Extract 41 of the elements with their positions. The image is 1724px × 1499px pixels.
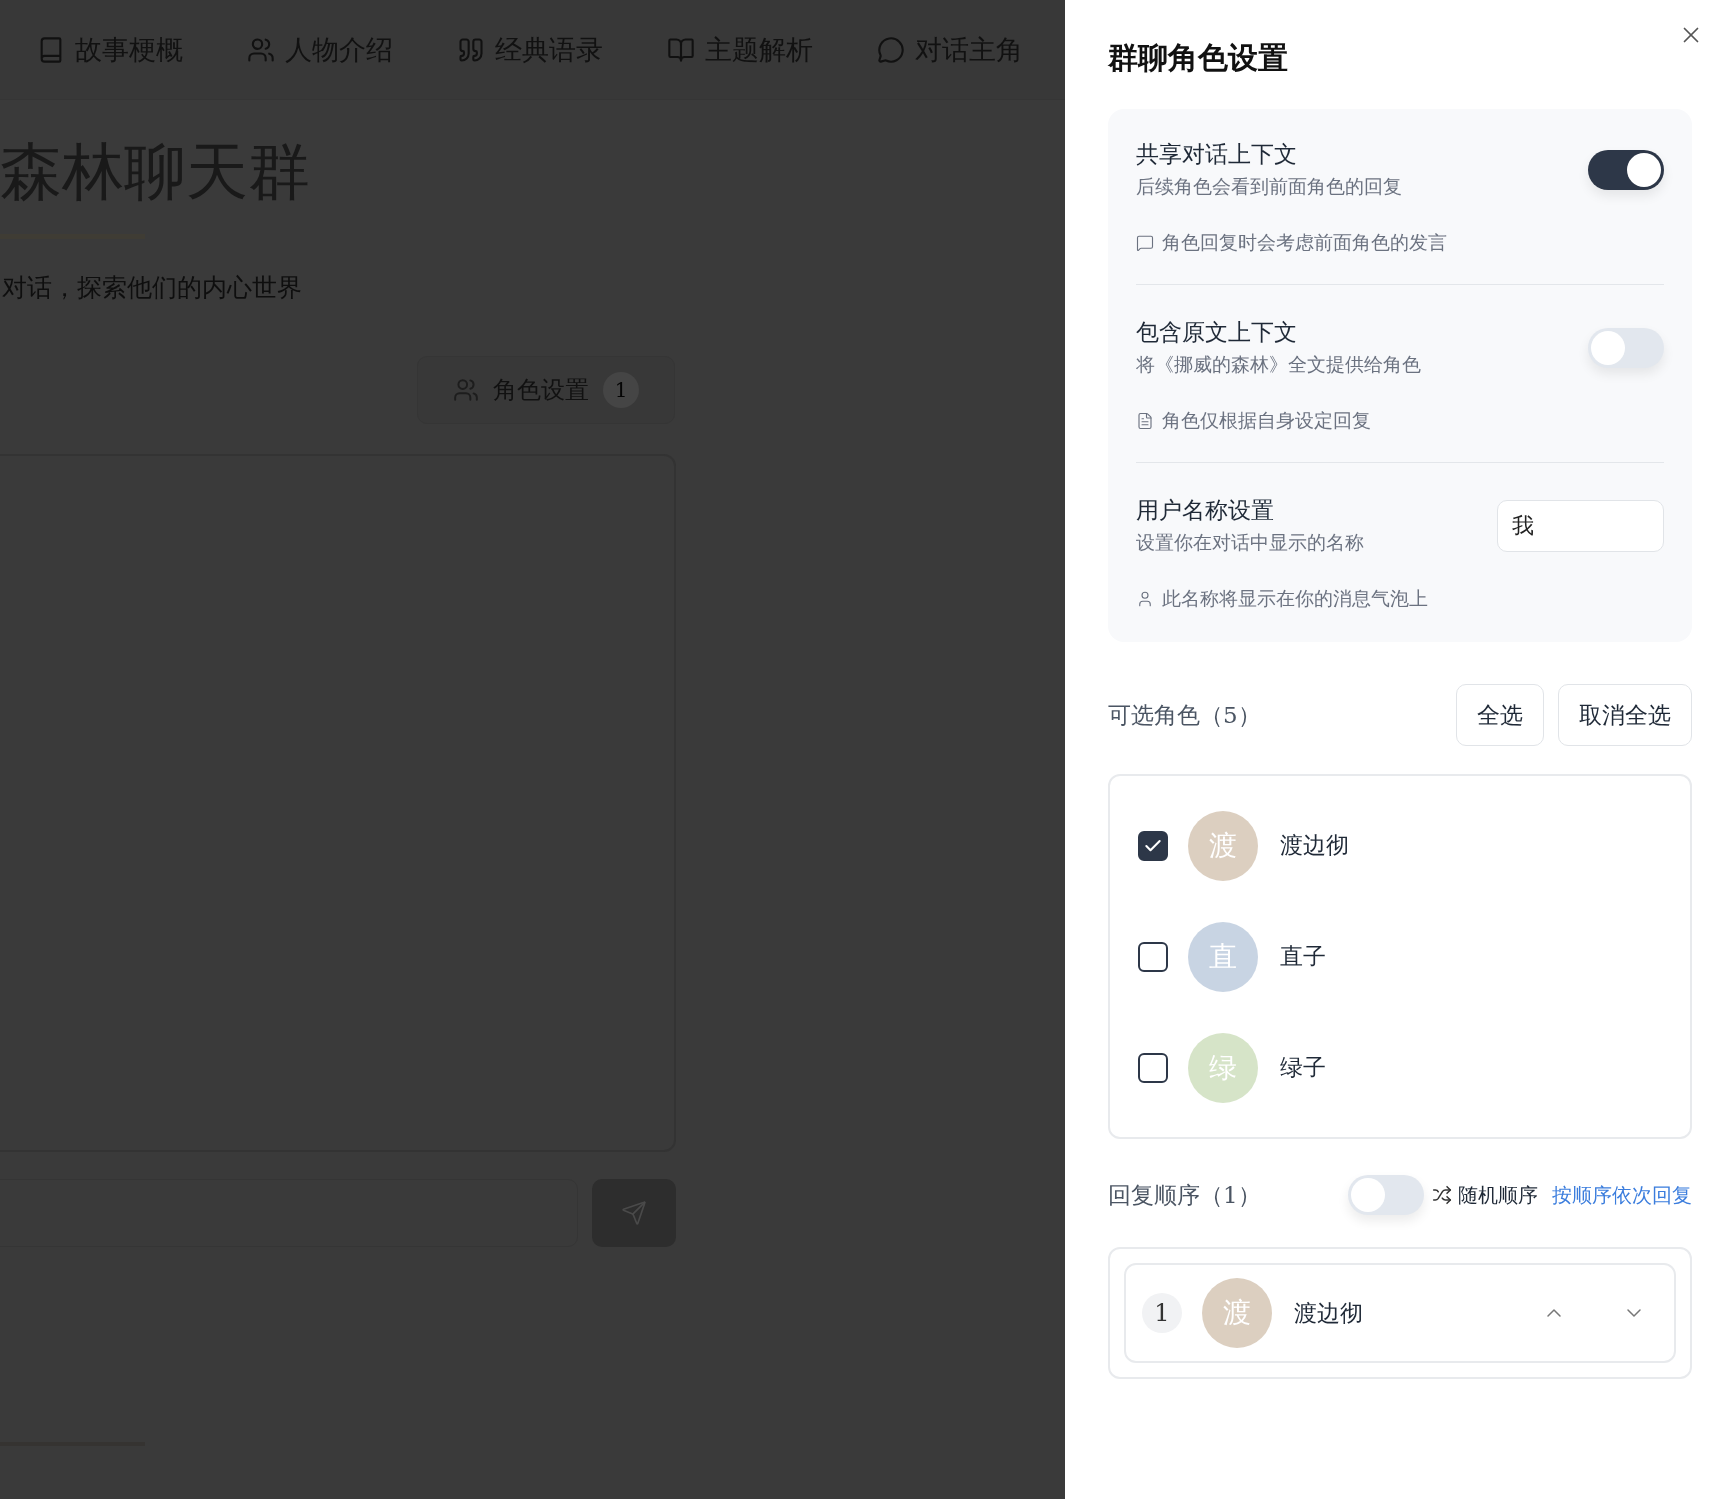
users-icon: [453, 377, 479, 403]
user-icon: [1136, 590, 1154, 608]
checkbox[interactable]: [1138, 941, 1168, 972]
toggle-switch[interactable]: [1588, 149, 1664, 190]
section-label: 回复顺序（1）: [1108, 1180, 1261, 1210]
toggle-switch[interactable]: [1588, 327, 1664, 368]
count-badge: 1: [603, 372, 639, 408]
toggle-switch[interactable]: [1348, 1175, 1424, 1215]
character-name: 绿子: [1280, 1053, 1326, 1082]
send-icon: [621, 1200, 647, 1226]
shuffle-icon: [1432, 1185, 1452, 1205]
setting-description: 将《挪威的森林》全文提供给角色: [1136, 352, 1421, 377]
setting-note: 此名称将显示在你的消息气泡上: [1162, 586, 1428, 611]
section-label: 可选角色（5）: [1108, 700, 1261, 730]
setting-title: 共享对话上下文: [1136, 140, 1298, 169]
open-book-icon: [667, 35, 695, 64]
chat-bubble-icon: [877, 35, 905, 64]
setting-note: 角色仅根据自身设定回复: [1162, 408, 1371, 433]
character-name: 渡边彻: [1280, 831, 1349, 860]
order-mode-link[interactable]: 按顺序依次回复: [1552, 1181, 1692, 1209]
document-icon: [1136, 412, 1154, 430]
chat-bubble-icon: [1136, 234, 1154, 252]
avatar: 渡: [1202, 1278, 1272, 1348]
select-all-button[interactable]: 全选: [1456, 684, 1544, 746]
order-number: 1: [1142, 1293, 1182, 1333]
setting-title: 包含原文上下文: [1136, 318, 1298, 347]
avatar: 渡: [1188, 810, 1258, 881]
users-icon: [247, 35, 275, 64]
toggle-label: 随机顺序: [1458, 1181, 1538, 1209]
character-name: 直子: [1280, 942, 1326, 971]
checkbox[interactable]: [1138, 1052, 1168, 1083]
name-input[interactable]: 我: [1497, 499, 1664, 552]
quote-icon: [457, 35, 485, 64]
setting-description: 后续角色会看到前面角色的回复: [1136, 174, 1402, 199]
setting-title: 用户名称设置: [1136, 496, 1275, 525]
deselect-all-button[interactable]: 取消全选: [1558, 684, 1692, 746]
setting-description: 设置你在对话中显示的名称: [1136, 530, 1364, 555]
character-name: 渡边彻: [1294, 1298, 1363, 1328]
checkbox[interactable]: [1138, 830, 1168, 861]
setting-note: 角色回复时会考虑前面角色的发言: [1162, 230, 1447, 255]
panel-title: 群聊角色设置: [1108, 39, 1288, 77]
